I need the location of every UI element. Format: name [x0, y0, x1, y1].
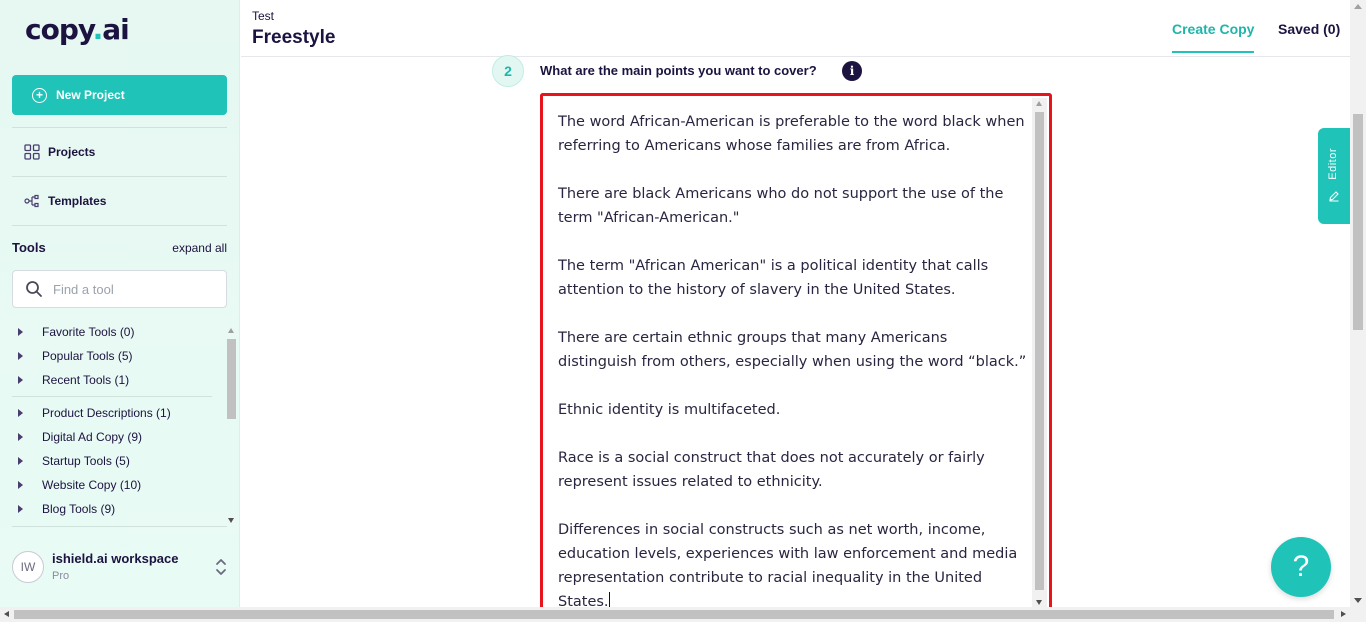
info-icon[interactable]: i [842, 61, 862, 81]
divider [12, 127, 227, 128]
workspace-name: ishield.ai workspace [52, 551, 179, 566]
scroll-down-icon[interactable] [1354, 598, 1362, 603]
tool-group-favorite[interactable]: Favorite Tools (0) [18, 325, 134, 339]
new-project-label: New Project [56, 88, 125, 102]
caret-right-icon [18, 481, 23, 489]
tools-header: Tools expand all [12, 240, 227, 255]
grid-icon [24, 144, 40, 160]
text-paragraph: There are certain ethnic groups that man… [558, 330, 1027, 370]
workspace-switcher[interactable]: IW ishield.ai workspace Pro [12, 540, 232, 590]
help-button[interactable]: ? [1271, 537, 1331, 597]
text-caret [608, 592, 610, 608]
caret-right-icon [18, 457, 23, 465]
textarea-content[interactable]: The word African-American is preferable … [558, 110, 1028, 614]
text-paragraph: Ethnic identity is multifaceted. [558, 402, 781, 418]
divider [12, 225, 227, 226]
workspace-plan: Pro [52, 570, 70, 582]
tool-group-product-descriptions[interactable]: Product Descriptions (1) [18, 406, 171, 420]
caret-right-icon [18, 433, 23, 441]
scroll-down-icon[interactable] [228, 518, 234, 523]
copyai-logo[interactable]: copy.ai [25, 13, 130, 46]
tool-group-startup-tools[interactable]: Startup Tools (5) [18, 454, 130, 468]
scroll-left-icon[interactable] [4, 611, 9, 617]
tool-group-blog-tools[interactable]: Blog Tools (9) [18, 502, 115, 516]
main-points-textarea[interactable]: The word African-American is preferable … [540, 93, 1052, 613]
caret-right-icon [18, 409, 23, 417]
chevron-up-down-icon[interactable] [214, 557, 228, 577]
tool-group-label: Recent Tools (1) [42, 373, 130, 387]
avatar: IW [12, 551, 44, 583]
sidebar-item-projects[interactable]: Projects [24, 144, 95, 160]
divider [12, 176, 227, 177]
tools-title: Tools [12, 240, 46, 255]
tool-list-scrollbar[interactable] [225, 327, 237, 524]
text-paragraph-last: Differences in social constructs such as… [558, 518, 1028, 614]
tool-group-popular[interactable]: Popular Tools (5) [18, 349, 133, 363]
plus-circle-icon: + [32, 87, 47, 103]
breadcrumb[interactable]: Test [252, 9, 274, 23]
scroll-up-icon[interactable] [1354, 4, 1362, 9]
tool-group-label: Digital Ad Copy (9) [42, 430, 143, 444]
page-title: Freestyle [252, 27, 336, 48]
tool-group-recent[interactable]: Recent Tools (1) [18, 373, 129, 387]
text-paragraph: There are black Americans who do not sup… [558, 186, 1004, 226]
tool-group-label: Favorite Tools (0) [42, 325, 135, 339]
sidebar-item-label: Projects [48, 145, 96, 159]
tool-search-input[interactable] [53, 281, 213, 297]
editor-side-tab[interactable]: Editor [1318, 128, 1350, 224]
caret-right-icon [18, 376, 23, 384]
tool-search[interactable] [12, 270, 227, 308]
tool-group-label: Blog Tools (9) [42, 502, 116, 516]
search-icon [26, 281, 42, 297]
editor-tab-label: Editor [1327, 148, 1339, 180]
tab-create-copy[interactable]: Create Copy [1172, 21, 1255, 53]
page-vertical-scrollbar[interactable] [1350, 0, 1366, 607]
page-horizontal-scrollbar[interactable] [0, 607, 1366, 622]
caret-right-icon [18, 352, 23, 360]
expand-all-link[interactable]: expand all [172, 241, 227, 255]
scrollbar-thumb[interactable] [1035, 112, 1044, 590]
textarea-scrollbar[interactable] [1032, 98, 1047, 607]
tool-group-label: Website Copy (10) [42, 478, 142, 492]
text-paragraph: The word African-American is preferable … [558, 114, 1025, 154]
sidebar-item-label: Templates [48, 194, 107, 208]
sidebar: copy.ai + New Project Projects Templates… [0, 0, 240, 607]
tool-group-label: Product Descriptions (1) [42, 406, 171, 420]
tool-group-website-copy[interactable]: Website Copy (10) [18, 478, 141, 492]
tool-group-label: Startup Tools (5) [42, 454, 130, 468]
text-paragraph: The term "African American" is a politic… [558, 258, 989, 298]
caret-right-icon [18, 328, 23, 336]
pencil-icon [1329, 191, 1339, 202]
scroll-up-icon[interactable] [1036, 101, 1042, 106]
step-question: What are the main points you want to cov… [540, 63, 817, 78]
tool-group-label: Popular Tools (5) [42, 349, 133, 363]
divider [12, 526, 227, 527]
caret-right-icon [18, 505, 23, 513]
sidebar-item-templates[interactable]: Templates [24, 193, 106, 209]
scroll-down-icon[interactable] [1036, 600, 1042, 605]
divider [12, 396, 212, 397]
scroll-right-icon[interactable] [1341, 611, 1346, 617]
step-number-badge: 2 [492, 55, 524, 87]
new-project-button[interactable]: + New Project [12, 75, 227, 115]
scrollbar-thumb[interactable] [14, 610, 1334, 619]
text-paragraph: Differences in social constructs such as… [558, 522, 1018, 610]
top-header: Test Freestyle Create Copy Saved (0) [241, 0, 1350, 57]
tool-group-digital-ad-copy[interactable]: Digital Ad Copy (9) [18, 430, 142, 444]
scrollbar-thumb[interactable] [1353, 114, 1363, 330]
scroll-up-icon[interactable] [228, 328, 234, 333]
text-paragraph: Race is a social construct that does not… [558, 450, 985, 490]
tab-saved[interactable]: Saved (0) [1278, 21, 1340, 37]
scrollbar-thumb[interactable] [227, 339, 236, 419]
templates-icon [24, 194, 39, 208]
